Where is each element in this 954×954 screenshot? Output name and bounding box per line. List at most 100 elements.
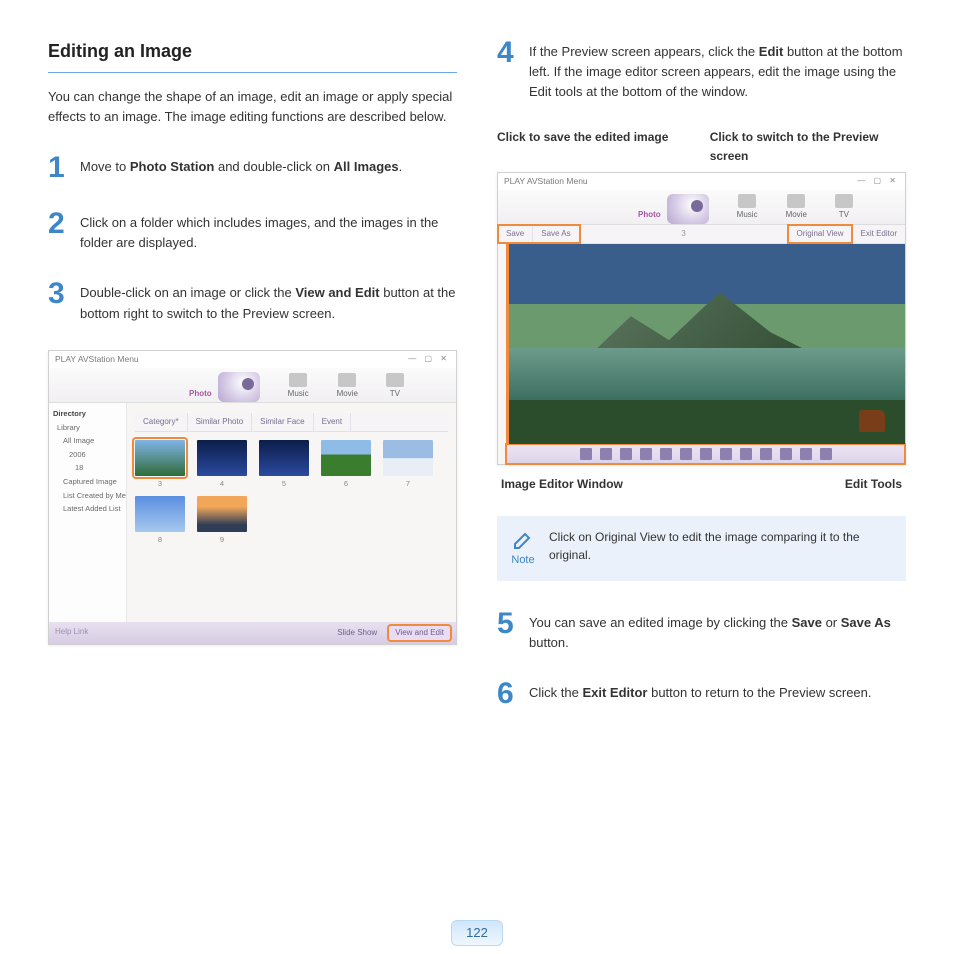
tv-icon: [835, 194, 853, 208]
save-button[interactable]: Save: [498, 225, 533, 243]
callout-save: Click to save the edited image: [497, 128, 668, 165]
music-icon: [289, 373, 307, 387]
step-bold: Exit Editor: [582, 685, 647, 700]
tool-icon[interactable]: [640, 448, 652, 460]
step-4: 4 If the Preview screen appears, click t…: [497, 38, 906, 102]
window-controls[interactable]: — ▢ ✕: [408, 353, 450, 365]
step-text: Click on a folder which includes images,…: [80, 209, 457, 253]
thumb-label: 5: [259, 478, 309, 490]
thumb-label: 6: [321, 478, 371, 490]
sidebar-item[interactable]: All Image: [53, 434, 122, 448]
step-number: 4: [497, 38, 519, 102]
tab-tv[interactable]: TV: [386, 373, 404, 400]
tab-label: Music: [737, 209, 758, 221]
camera-icon: [667, 194, 709, 224]
thumb-image: [197, 440, 247, 476]
original-view-button[interactable]: Original View: [788, 225, 852, 243]
sidebar-item[interactable]: 18: [53, 461, 122, 475]
tab-label: TV: [390, 388, 400, 400]
tool-icon[interactable]: [800, 448, 812, 460]
tab-label: Movie: [337, 388, 358, 400]
step-number: 5: [497, 609, 519, 653]
tool-icon[interactable]: [600, 448, 612, 460]
tool-icon[interactable]: [720, 448, 732, 460]
tab-music[interactable]: Music: [288, 373, 309, 400]
tool-icon[interactable]: [760, 448, 772, 460]
thumbnail[interactable]: 4: [197, 440, 247, 490]
filter-button[interactable]: Category*: [135, 413, 188, 431]
app-title: PLAY AVStation: [504, 176, 564, 186]
thumb-image: [259, 440, 309, 476]
filter-toolbar: Category* Similar Photo Similar Face Eve…: [135, 413, 448, 432]
app-menu[interactable]: Menu: [117, 354, 138, 364]
step-number: 6: [497, 679, 519, 709]
sidebar-item[interactable]: Captured Image: [53, 475, 122, 489]
movie-icon: [787, 194, 805, 208]
tab-movie[interactable]: Movie: [337, 373, 358, 400]
thumb-label: 3: [135, 478, 185, 490]
thumbnail[interactable]: 8: [135, 496, 185, 546]
thumbnail[interactable]: 3: [135, 440, 185, 490]
step-number: 3: [48, 279, 70, 323]
step-2: 2 Click on a folder which includes image…: [48, 209, 457, 253]
step-text: and double-click on: [214, 159, 333, 174]
window-controls[interactable]: — ▢ ✕: [857, 175, 899, 187]
step-bold: Save: [792, 615, 822, 630]
thumbnail[interactable]: 7: [383, 440, 433, 490]
note-label: Note: [511, 552, 534, 569]
tool-icon[interactable]: [660, 448, 672, 460]
tab-label: Photo: [189, 388, 212, 400]
step-text: button to return to the Preview screen.: [647, 685, 871, 700]
thumb-image: [321, 440, 371, 476]
tool-icon[interactable]: [700, 448, 712, 460]
screenshot-gallery: PLAY AVStation Menu — ▢ ✕ Photo Music Mo…: [48, 350, 457, 645]
deer-shape: [859, 410, 885, 432]
sidebar-item[interactable]: 2006: [53, 448, 122, 462]
thumbnail[interactable]: 5: [259, 440, 309, 490]
sidebar-item[interactable]: List Created by Me: [53, 489, 122, 503]
view-and-edit-button[interactable]: View and Edit: [389, 626, 450, 640]
thumb-label: 9: [197, 534, 247, 546]
exit-editor-button[interactable]: Exit Editor: [852, 225, 905, 243]
tab-tv[interactable]: TV: [835, 194, 853, 221]
step-text: Double-click on an image or click the: [80, 285, 295, 300]
thumb-label: 7: [383, 478, 433, 490]
tab-label: Music: [288, 388, 309, 400]
save-as-button[interactable]: Save As: [533, 225, 579, 243]
app-menu[interactable]: Menu: [566, 176, 587, 186]
step-number: 2: [48, 209, 70, 253]
tool-icon[interactable]: [680, 448, 692, 460]
tab-movie[interactable]: Movie: [786, 194, 807, 221]
step-text: or: [822, 615, 841, 630]
tool-icon[interactable]: [740, 448, 752, 460]
slideshow-button[interactable]: Slide Show: [331, 626, 383, 640]
filename-label: 3: [580, 225, 788, 243]
sidebar: Directory Library All Image 2006 18 Capt…: [49, 403, 127, 622]
step-6: 6 Click the Exit Editor button to return…: [497, 679, 906, 709]
sidebar-item[interactable]: Latest Added List: [53, 502, 122, 516]
thumb-image: [135, 496, 185, 532]
filter-button[interactable]: Similar Face: [252, 413, 313, 431]
filter-button[interactable]: Event: [314, 413, 351, 431]
tool-icon[interactable]: [780, 448, 792, 460]
tab-photo[interactable]: Photo: [189, 388, 212, 400]
note-text: Click on Original View to edit the image…: [549, 528, 892, 565]
thumb-image: [135, 440, 185, 476]
help-link[interactable]: Help Link: [55, 626, 88, 640]
thumbnail[interactable]: 9: [197, 496, 247, 546]
intro-text: You can change the shape of an image, ed…: [48, 87, 457, 127]
step-bold: Edit: [759, 44, 784, 59]
thumbnail[interactable]: 6: [321, 440, 371, 490]
step-number: 1: [48, 153, 70, 183]
tab-music[interactable]: Music: [737, 194, 758, 221]
tool-icon[interactable]: [580, 448, 592, 460]
editor-canvas[interactable]: [506, 244, 905, 444]
filter-button[interactable]: Similar Photo: [188, 413, 253, 431]
tab-photo[interactable]: Photo: [638, 209, 661, 221]
tool-icon[interactable]: [620, 448, 632, 460]
sidebar-item[interactable]: Library: [53, 421, 122, 435]
screenshot-editor: PLAY AVStation Menu — ▢ ✕ Photo Music Mo…: [497, 172, 906, 466]
label-edit-tools: Edit Tools: [845, 475, 902, 494]
tool-icon[interactable]: [820, 448, 832, 460]
label-editor-window: Image Editor Window: [501, 475, 623, 494]
